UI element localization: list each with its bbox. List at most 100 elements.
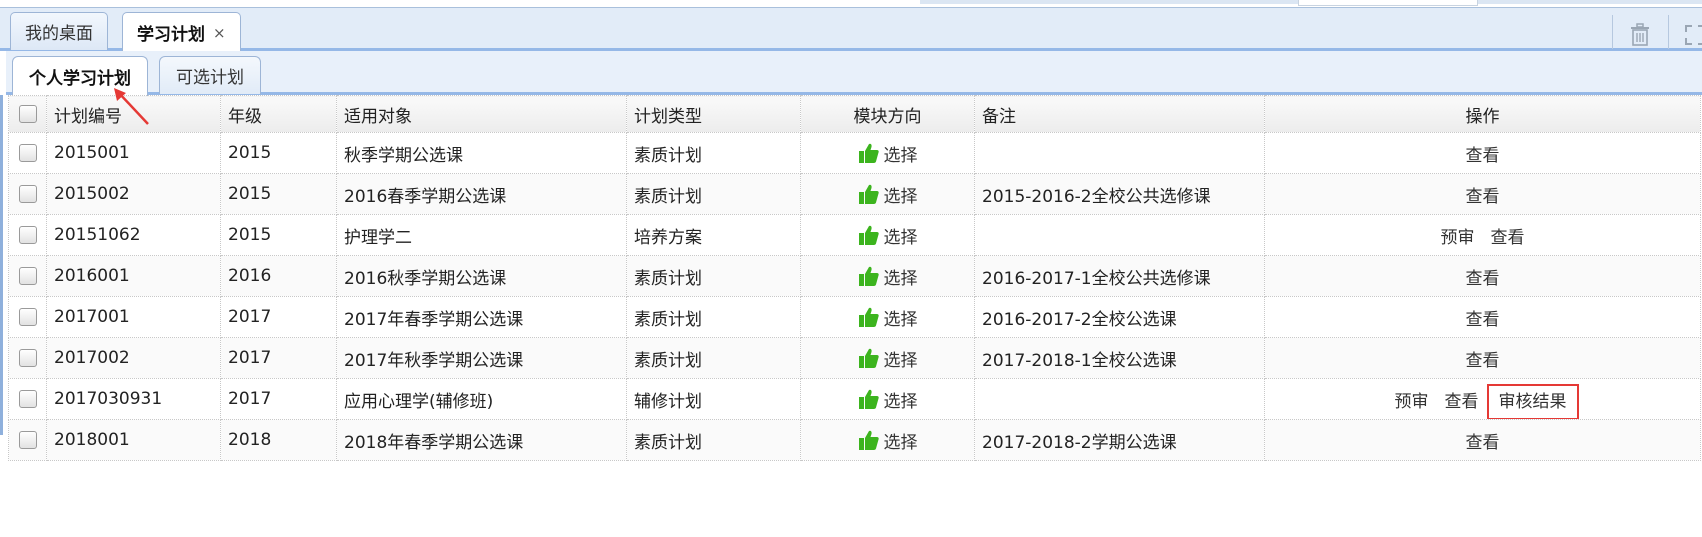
fullscreen-icon[interactable]: [1684, 22, 1702, 48]
frame-left-edge: [0, 95, 3, 435]
select-all-cell: [8, 95, 47, 133]
op-link-0[interactable]: 预审: [1441, 228, 1475, 248]
cell-remark: [974, 132, 1265, 174]
row-select-cell: [8, 419, 47, 461]
cell-target: 2017年春季学期公选课: [336, 296, 627, 338]
table-row[interactable]: 2017002 2017 2017年秋季学期公选课 素质计划 选择 2017-2018-1…: [8, 337, 1701, 379]
col-header-ops: 操作: [1264, 95, 1701, 133]
cell-target: 2016秋季学期公选课: [336, 255, 627, 297]
col-header-grade[interactable]: 年级: [220, 95, 337, 133]
table-row[interactable]: 2015002 2015 2016春季学期公选课 素质计划 选择 2015-2016-2全…: [8, 173, 1701, 215]
table-row[interactable]: 2015001 2015 秋季学期公选课 素质计划 选择 查看: [8, 132, 1701, 174]
op-link-0[interactable]: 查看: [1466, 187, 1500, 207]
col-header-module[interactable]: 模块方向: [800, 95, 975, 133]
cell-remark: [974, 214, 1265, 256]
op-link-0[interactable]: 查看: [1466, 269, 1500, 289]
select-link[interactable]: 选择: [884, 310, 918, 330]
plan-table: 计划编号 年级 适用对象 计划类型 模块方向 备注 操作 2015001 2015…: [8, 95, 1701, 461]
op-link-2[interactable]: 审核结果: [1486, 383, 1579, 419]
cell-remark: [974, 378, 1265, 420]
cell-ops: 查看: [1264, 296, 1701, 338]
tab-label: 可选计划: [176, 68, 244, 88]
cell-module[interactable]: 选择: [800, 419, 975, 461]
cell-module[interactable]: 选择: [800, 214, 975, 256]
cell-grade: 2018: [220, 419, 337, 461]
cell-module[interactable]: 选择: [800, 173, 975, 215]
cell-plan-no: 2017002: [46, 337, 221, 379]
select-all-checkbox[interactable]: [18, 105, 37, 123]
op-link-1[interactable]: 查看: [1491, 228, 1525, 248]
cell-module[interactable]: 选择: [800, 296, 975, 338]
cell-grade: 2015: [220, 173, 337, 215]
row-checkbox[interactable]: [18, 308, 37, 326]
op-link-0[interactable]: 查看: [1466, 351, 1500, 371]
cell-remark: 2017-2018-2学期公选课: [974, 419, 1265, 461]
table-row[interactable]: 2018001 2018 2018年春季学期公选课 素质计划 选择 2017-2018-2…: [8, 419, 1701, 461]
cell-remark: 2017-2018-1全校公选课: [974, 337, 1265, 379]
cell-target: 2017年秋季学期公选课: [336, 337, 627, 379]
cell-module[interactable]: 选择: [800, 255, 975, 297]
tab-label: 学习计划: [137, 25, 205, 45]
row-checkbox[interactable]: [18, 390, 37, 408]
op-link-0[interactable]: 查看: [1466, 146, 1500, 166]
cell-plan-type: 素质计划: [626, 132, 801, 174]
op-link-0[interactable]: 预审: [1395, 392, 1429, 412]
cell-remark: 2016-2017-2全校公选课: [974, 296, 1265, 338]
row-checkbox[interactable]: [18, 431, 37, 449]
select-link[interactable]: 选择: [884, 269, 918, 289]
tab-my-desktop[interactable]: 我的桌面: [10, 12, 108, 50]
table-row[interactable]: 2017030931 2017 应用心理学(辅修班) 辅修计划 选择 预审 查看 审核结果: [8, 378, 1701, 420]
row-checkbox[interactable]: [18, 226, 37, 244]
cell-ops: 查看: [1264, 173, 1701, 215]
op-link-1[interactable]: 查看: [1445, 392, 1479, 412]
cell-ops: 预审 查看: [1264, 214, 1701, 256]
cell-plan-no: 2017001: [46, 296, 221, 338]
close-icon[interactable]: ×: [213, 24, 226, 42]
cell-target: 应用心理学(辅修班): [336, 378, 627, 420]
table-header-row: 计划编号 年级 适用对象 计划类型 模块方向 备注 操作: [8, 95, 1701, 133]
cell-plan-no: 2015001: [46, 132, 221, 174]
cell-plan-type: 素质计划: [626, 419, 801, 461]
trash-icon[interactable]: [1628, 22, 1652, 48]
cell-ops: 查看: [1264, 255, 1701, 297]
cell-plan-type: 培养方案: [626, 214, 801, 256]
thumbs-up-icon: [858, 348, 879, 368]
table-row[interactable]: 2016001 2016 2016秋季学期公选课 素质计划 选择 2016-2017-1全…: [8, 255, 1701, 297]
select-link[interactable]: 选择: [884, 146, 918, 166]
select-link[interactable]: 选择: [884, 351, 918, 371]
toolbar-divider: [1668, 15, 1669, 49]
row-checkbox[interactable]: [18, 349, 37, 367]
outer-tab-bar: 我的桌面 学习计划 ×: [0, 7, 1702, 52]
tab-study-plan[interactable]: 学习计划 ×: [122, 12, 241, 52]
row-checkbox[interactable]: [18, 185, 37, 203]
row-select-cell: [8, 173, 47, 215]
row-checkbox[interactable]: [18, 144, 37, 162]
thumbs-up-icon: [858, 307, 879, 327]
table-row[interactable]: 20151062 2015 护理学二 培养方案 选择 预审 查看: [8, 214, 1701, 256]
top-input-edge[interactable]: [1298, 0, 1478, 6]
cell-ops: 预审 查看 审核结果: [1264, 378, 1701, 420]
cell-remark: 2016-2017-1全校公共选修课: [974, 255, 1265, 297]
col-header-plan-type[interactable]: 计划类型: [626, 95, 801, 133]
col-header-target[interactable]: 适用对象: [336, 95, 627, 133]
table-row[interactable]: 2017001 2017 2017年春季学期公选课 素质计划 选择 2016-2017-2…: [8, 296, 1701, 338]
tab-optional-plan[interactable]: 可选计划: [159, 56, 261, 94]
select-link[interactable]: 选择: [884, 187, 918, 207]
col-header-remark[interactable]: 备注: [974, 95, 1265, 133]
thumbs-up-icon: [858, 225, 879, 245]
cell-plan-type: 素质计划: [626, 296, 801, 338]
op-link-0[interactable]: 查看: [1466, 310, 1500, 330]
cell-grade: 2017: [220, 337, 337, 379]
op-link-0[interactable]: 查看: [1466, 433, 1500, 453]
row-select-cell: [8, 255, 47, 297]
select-link[interactable]: 选择: [884, 228, 918, 248]
select-link[interactable]: 选择: [884, 433, 918, 453]
select-link[interactable]: 选择: [884, 392, 918, 412]
cell-module[interactable]: 选择: [800, 378, 975, 420]
cell-module[interactable]: 选择: [800, 337, 975, 379]
thumbs-up-icon: [858, 143, 879, 163]
cell-module[interactable]: 选择: [800, 132, 975, 174]
cell-plan-no: 2018001: [46, 419, 221, 461]
row-checkbox[interactable]: [18, 267, 37, 285]
cell-grade: 2015: [220, 132, 337, 174]
